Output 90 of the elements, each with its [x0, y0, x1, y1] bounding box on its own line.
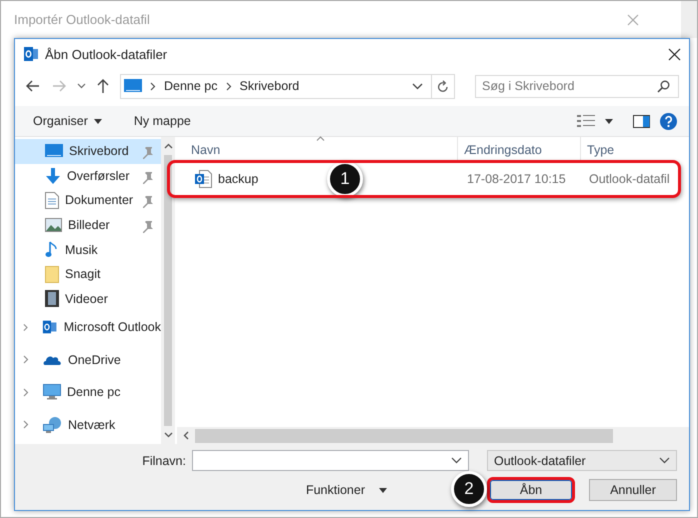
chevron-down-icon[interactable] [412, 82, 423, 90]
sidebar-label: Billeder [68, 218, 110, 232]
document-icon [45, 192, 59, 209]
chevron-right-icon[interactable] [23, 388, 29, 397]
caret-icon[interactable] [94, 118, 102, 124]
refresh-icon [437, 80, 449, 92]
outlook-file-icon [195, 170, 212, 188]
cloud-icon [43, 354, 62, 366]
sidebar-item[interactable]: Overførsler [15, 164, 161, 188]
file-type: Outlook-datafil [589, 172, 670, 186]
chevron-right-icon[interactable] [23, 322, 28, 332]
sidebar-label: Musik [65, 242, 98, 257]
file-name[interactable]: backup [218, 172, 258, 186]
chevron-right-icon [226, 82, 232, 90]
monitor-icon [124, 79, 142, 93]
sidebar-item[interactable]: Billeder [15, 212, 161, 238]
chevron-down-icon[interactable] [77, 83, 86, 89]
organize-menu[interactable]: Organiser [33, 114, 88, 128]
chevron-down-icon [659, 457, 670, 464]
sidebar-label: OneDrive [68, 352, 121, 367]
filename-label: Filnavn: [142, 454, 186, 468]
sidebar-item[interactable]: Snagit [15, 262, 161, 287]
help-icon[interactable] [660, 112, 677, 130]
sidebar-label: Microsoft Outlook [64, 320, 161, 334]
file-date: 17-08-2017 10:15 [467, 172, 566, 186]
pin-icon[interactable] [143, 196, 153, 208]
sidebar-label: Dokumenter [65, 193, 134, 208]
network-icon [43, 416, 62, 433]
sidebar-item[interactable]: OneDrive [15, 344, 161, 376]
outlook-icon [42, 319, 58, 336]
column-header[interactable]: Type [587, 142, 614, 156]
open-button[interactable]: Åbn [487, 477, 575, 503]
sidebar-label: Overførsler [67, 168, 130, 183]
view-details-icon[interactable] [577, 114, 595, 128]
search-field[interactable]: Søg i Skrivebord [475, 74, 679, 98]
sidebar-item[interactable]: Denne pc [15, 376, 161, 409]
search-icon [657, 80, 670, 92]
sidebar-label: Skrivebord [69, 144, 129, 158]
pin-icon[interactable] [143, 220, 153, 233]
sidebar-label: Videoer [65, 292, 108, 306]
column-header[interactable]: Ændringsdato [464, 142, 542, 156]
column-header[interactable]: Navn [191, 142, 220, 156]
scrollbar[interactable] [161, 137, 175, 444]
pin-icon[interactable] [143, 147, 153, 159]
step-badge: 2 [451, 471, 487, 507]
monitor-icon [43, 384, 61, 400]
sidebar-label: Netværk [68, 418, 116, 432]
breadcrumb[interactable]: Skrivebord [240, 79, 300, 93]
chevron-right-icon[interactable] [23, 355, 29, 364]
sort-caret-icon [316, 136, 325, 141]
sidebar-item[interactable]: Videoer [15, 286, 161, 312]
down-arrow-icon [45, 168, 61, 184]
scroll-left-icon[interactable] [183, 431, 189, 440]
picture-icon [45, 218, 62, 232]
sidebar-label: Denne pc [67, 385, 121, 400]
window-title: Importér Outlook-datafil [14, 12, 150, 27]
address-bar[interactable]: Denne pc Skrivebord [120, 74, 455, 98]
sidebar-item[interactable]: Skrivebord [15, 139, 161, 164]
sidebar-item[interactable]: Dokumenter [15, 188, 161, 213]
tools-menu[interactable]: Funktioner [306, 483, 365, 497]
outlook-icon [23, 46, 39, 62]
sidebar-item[interactable]: Netværk [15, 408, 161, 442]
scrollbar[interactable] [177, 427, 689, 444]
preview-pane-icon[interactable] [633, 114, 650, 128]
caret-icon[interactable] [605, 118, 613, 124]
back-arrow-icon[interactable] [25, 78, 41, 94]
pin-icon[interactable] [143, 172, 153, 184]
folder-icon [45, 266, 59, 283]
close-icon[interactable] [668, 48, 681, 60]
up-arrow-icon[interactable] [96, 78, 110, 94]
monitor-icon [45, 144, 63, 158]
caret-icon[interactable] [379, 488, 387, 492]
filename-field[interactable] [192, 450, 469, 471]
file-type-dropdown[interactable]: Outlook-datafiler [487, 450, 677, 471]
sidebar-label: Snagit [65, 267, 100, 282]
cancel-button[interactable]: Annuller [589, 479, 677, 501]
breadcrumb[interactable]: Denne pc [164, 79, 218, 93]
sidebar-item[interactable]: Musik [15, 237, 161, 262]
scroll-down-icon[interactable] [164, 432, 172, 438]
scroll-thumb[interactable] [164, 155, 172, 426]
scroll-up-icon[interactable] [164, 143, 172, 149]
new-folder-button[interactable]: Ny mappe [134, 114, 191, 128]
chevron-right-icon[interactable] [23, 420, 29, 430]
dialog-title: Åbn Outlook-datafiler [45, 46, 168, 62]
chevron-down-icon[interactable] [451, 457, 462, 464]
scroll-thumb[interactable] [195, 428, 613, 442]
sidebar-item[interactable]: Microsoft Outlook [15, 311, 161, 344]
film-icon [45, 290, 59, 308]
music-note-icon [45, 241, 59, 258]
chevron-right-icon [150, 82, 156, 90]
